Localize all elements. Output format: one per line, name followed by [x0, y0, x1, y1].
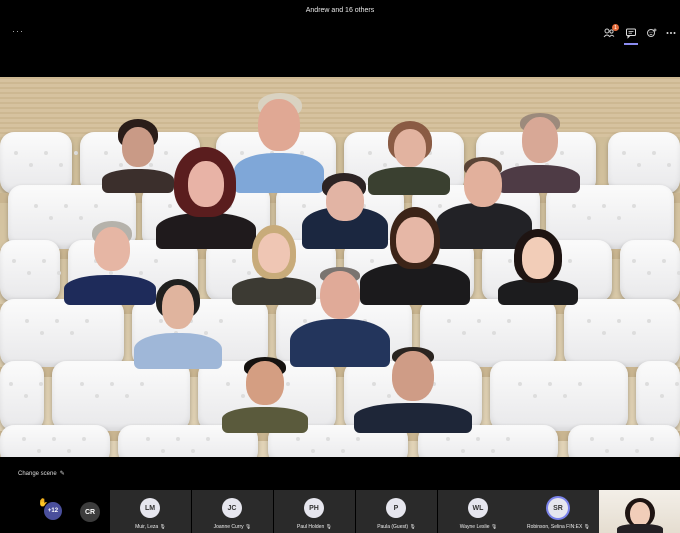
seat — [490, 361, 628, 431]
meeting-toolbar: ··· 1 — [0, 20, 680, 46]
avatar: WL — [468, 498, 488, 518]
window-title-bar: Andrew and 16 others — [0, 0, 680, 20]
participant-video — [222, 357, 308, 433]
mic-muted-icon: 🎙 — [325, 524, 332, 530]
self-view-video[interactable] — [599, 490, 680, 533]
participants-icon[interactable]: 1 — [602, 24, 619, 40]
seat — [636, 361, 680, 431]
seat — [564, 299, 680, 367]
chat-active-indicator — [624, 43, 638, 45]
participant-name: Wayne Leslie 🎙 — [459, 524, 498, 530]
more-options-icon[interactable] — [664, 26, 678, 40]
participant-tile[interactable]: PH Paul Holden 🎙 — [274, 490, 355, 533]
participant-tile[interactable]: JC Joanne Curry 🎙 — [192, 490, 273, 533]
mic-muted-icon: 🎙 — [490, 524, 498, 530]
avatar: LM — [140, 498, 160, 518]
mic-muted-icon: 🎙 — [245, 524, 252, 530]
overflow-participants-button[interactable]: +12 — [44, 502, 62, 520]
mic-muted-icon: 🎙 — [159, 524, 166, 530]
participant-name: Paula (Guest) 🎙 — [377, 524, 416, 530]
chat-icon[interactable] — [624, 26, 638, 40]
mic-muted-icon: 🎙 — [583, 524, 591, 530]
seat — [0, 425, 110, 457]
participant-tile-speaking[interactable]: SR Robinson, Selina FIN:EX 🎙 — [518, 490, 599, 533]
seat — [0, 361, 44, 431]
participant-tile[interactable]: WL Wayne Leslie 🎙 — [438, 490, 519, 533]
participant-name: Robinson, Selina FIN:EX 🎙 — [526, 524, 591, 530]
together-mode-stage — [0, 77, 680, 457]
participant-tile[interactable]: LM Muir, Leza 🎙 — [110, 490, 191, 533]
avatar: SR — [548, 498, 568, 518]
seat — [0, 240, 60, 302]
participant-video — [134, 279, 222, 369]
reactions-icon[interactable] — [645, 26, 659, 40]
seat — [620, 240, 680, 302]
participant-name: Muir, Leza 🎙 — [135, 524, 166, 530]
pencil-icon: ✎ — [59, 471, 65, 477]
participant-strip: ✋ +12 CR LM Muir, Leza 🎙 JC Joanne Curry… — [0, 490, 680, 533]
seat — [0, 299, 124, 367]
seat — [568, 425, 680, 457]
participant-name: Paul Holden 🎙 — [297, 524, 332, 530]
more-options-left-icon[interactable]: ··· — [12, 26, 24, 36]
mic-muted-icon: 🎙 — [409, 524, 416, 530]
participant-name: Joanne Curry 🎙 — [213, 524, 252, 530]
participant-video — [498, 229, 578, 305]
avatar: JC — [222, 498, 242, 518]
participant-avatar[interactable]: CR — [80, 502, 100, 522]
window-title: Andrew and 16 others — [305, 6, 375, 14]
change-scene-label: Change scene — [18, 470, 57, 477]
change-scene-button[interactable]: Change scene ✎ — [18, 470, 65, 478]
participants-badge: 1 — [612, 24, 619, 31]
avatar: PH — [304, 498, 324, 518]
participant-video — [354, 347, 472, 433]
participant-tile[interactable]: P Paula (Guest) 🎙 — [356, 490, 437, 533]
avatar: P — [386, 498, 406, 518]
seat — [52, 361, 190, 431]
